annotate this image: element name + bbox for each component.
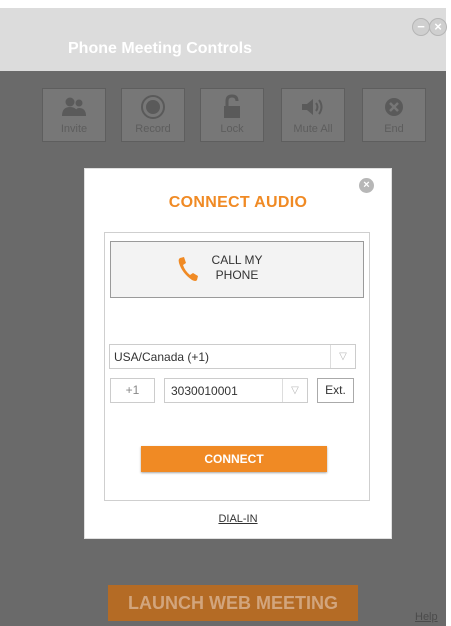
mute-all-button[interactable]: Mute All	[281, 88, 345, 142]
dial-in-link[interactable]: DIAL-IN	[85, 513, 391, 525]
country-code-field[interactable]: +1	[110, 378, 155, 403]
close-window-icon[interactable]: ×	[429, 18, 447, 36]
phone-meeting-window: Phone Meeting Controls − × Invite Record…	[0, 0, 451, 626]
mute-all-label: Mute All	[293, 123, 333, 135]
help-link[interactable]: Help	[415, 611, 438, 623]
lock-label: Lock	[220, 123, 244, 135]
call-my-phone-line1: CALL MY	[211, 253, 263, 267]
call-options-panel: CALL MY PHONE USA/Canada (+1) ▽ +1 30300…	[104, 232, 370, 501]
chevron-down-icon[interactable]: ▽	[330, 345, 355, 368]
lock-button[interactable]: Lock	[200, 88, 264, 142]
end-icon	[363, 93, 425, 121]
call-my-phone-label: CALL MY PHONE	[197, 253, 277, 283]
connect-button[interactable]: CONNECT	[141, 446, 327, 472]
country-select[interactable]: USA/Canada (+1) ▽	[109, 344, 356, 369]
users-icon	[43, 93, 105, 121]
phone-number-input[interactable]: 3030010001 ▽	[164, 378, 308, 403]
connect-audio-dialog: CONNECT AUDIO × CALL MY PHONE USA/Canada…	[84, 168, 392, 539]
chevron-down-icon[interactable]: ▽	[282, 379, 307, 402]
launch-web-meeting-button[interactable]: LAUNCH WEB MEETING	[108, 585, 358, 621]
phone-icon	[177, 255, 199, 288]
invite-label: Invite	[60, 123, 88, 135]
phone-number-value: 3030010001	[171, 384, 238, 398]
record-icon	[122, 93, 184, 121]
unlock-icon	[201, 93, 263, 121]
dialog-title: CONNECT AUDIO	[168, 194, 308, 211]
call-my-phone-line2: PHONE	[215, 268, 259, 282]
end-label: End	[384, 123, 404, 135]
title-bar: Phone Meeting Controls − ×	[0, 8, 447, 71]
minimize-icon[interactable]: −	[412, 18, 430, 36]
record-button[interactable]: Record	[121, 88, 185, 142]
window-title: Phone Meeting Controls	[68, 40, 252, 57]
close-icon[interactable]: ×	[359, 178, 374, 193]
country-value: USA/Canada (+1)	[114, 350, 210, 364]
call-my-phone-button[interactable]: CALL MY PHONE	[110, 241, 364, 298]
invite-button[interactable]: Invite	[42, 88, 106, 142]
ext-input[interactable]: Ext.	[317, 378, 354, 403]
end-button[interactable]: End	[362, 88, 426, 142]
record-label: Record	[135, 123, 171, 135]
speaker-icon	[282, 93, 344, 121]
